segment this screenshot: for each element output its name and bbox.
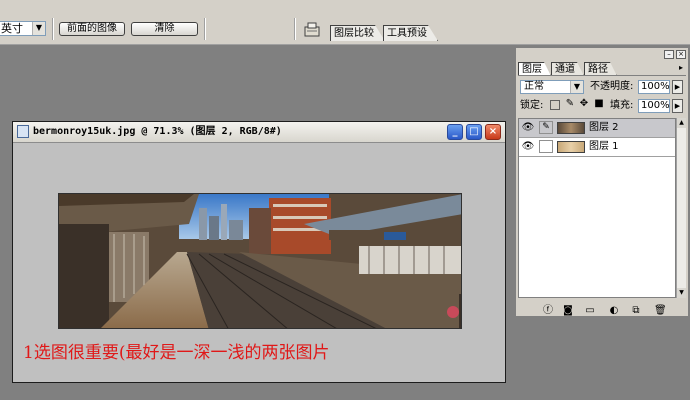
instruction-caption: 1选图很重要(最好是一深一浅的两张图片 <box>23 343 330 363</box>
opacity-label: 不透明度: <box>590 81 634 92</box>
options-bar: 英寸 ▼ 前面的图像 清除 图层比较 工具预设 <box>0 0 690 45</box>
lock-label: 锁定: <box>520 100 544 111</box>
close-button[interactable]: × <box>485 124 501 140</box>
lock-all-icon[interactable]: ■ <box>594 99 604 109</box>
layer-style-icon[interactable]: ⓕ <box>542 305 554 316</box>
minimize-button[interactable]: _ <box>447 124 463 140</box>
minimize-icon[interactable]: – <box>664 50 674 59</box>
opacity-slider-button[interactable]: ▶ <box>672 80 683 94</box>
document-window: bermonroy15uk.jpg @ 71.3% (图层 2, RGB/8#)… <box>12 121 506 383</box>
document-titlebar[interactable]: bermonroy15uk.jpg @ 71.3% (图层 2, RGB/8#)… <box>13 122 505 143</box>
unit-value: 英寸 <box>1 22 23 35</box>
lock-position-icon[interactable]: ✥ <box>579 99 589 109</box>
layer-thumbnail <box>557 141 585 153</box>
brush-icon[interactable]: ✎ <box>539 121 553 134</box>
maximize-button[interactable]: □ <box>466 124 482 140</box>
panel-titlebar[interactable]: – × <box>516 48 688 61</box>
new-layer-icon[interactable]: ⧉ <box>630 305 642 316</box>
layers-panel-body: 正常 ▼ 不透明度: 100% ▶ 锁定: ✎ ✥ ■ 填充: 100% ▶ 👁… <box>518 75 686 316</box>
layer-name[interactable]: 图层 1 <box>589 140 619 154</box>
divider <box>52 18 54 40</box>
train-station-photo <box>59 194 461 328</box>
canvas-image[interactable] <box>58 193 462 329</box>
layer-row[interactable]: 👁 ✎ 图层 2 <box>519 119 675 138</box>
adjustment-layer-icon[interactable]: ◐ <box>608 305 620 316</box>
blend-mode-value: 正常 <box>524 81 544 92</box>
link-box[interactable] <box>539 140 553 153</box>
close-icon[interactable]: × <box>676 50 686 59</box>
eye-icon[interactable]: 👁 <box>521 141 535 153</box>
chevron-down-icon[interactable]: ▼ <box>570 81 583 93</box>
eye-icon[interactable]: 👁 <box>521 122 535 134</box>
clear-button[interactable]: 清除 <box>131 22 198 36</box>
layers-bottom-toolbar: ⓕ ◙ ▭ ◐ ⧉ 🗑 <box>516 303 686 317</box>
photoshop-document-icon <box>17 125 29 138</box>
chevron-down-icon[interactable]: ▼ <box>32 22 45 35</box>
blend-mode-select[interactable]: 正常 ▼ <box>520 80 584 94</box>
new-group-icon[interactable]: ▭ <box>584 305 596 316</box>
tab-tool-presets[interactable]: 工具预设 <box>383 25 438 41</box>
document-title: bermonroy15uk.jpg @ 71.3% (图层 2, RGB/8#) <box>33 126 282 137</box>
front-image-button[interactable]: 前面的图像 <box>59 22 125 36</box>
layer-thumbnail <box>557 122 585 134</box>
trash-icon[interactable]: 🗑 <box>654 305 667 316</box>
fill-slider-button[interactable]: ▶ <box>672 99 683 113</box>
tab-layers[interactable]: 图层 <box>518 62 551 76</box>
opacity-input[interactable]: 100% <box>638 80 670 94</box>
tab-paths[interactable]: 路径 <box>584 62 617 76</box>
divider <box>294 18 296 40</box>
layer-row[interactable]: 👁 图层 1 <box>519 138 675 157</box>
scroll-up-icon[interactable]: ▲ <box>677 118 686 128</box>
tab-layer-comps[interactable]: 图层比较 <box>330 25 385 41</box>
fill-label: 填充: <box>610 100 634 111</box>
lock-image-icon[interactable]: ✎ <box>565 99 575 109</box>
layers-panel: – × 图层 通道 路径 ▸ 正常 ▼ 不透明度: 100% ▶ 锁定: ✎ ✥… <box>515 47 689 317</box>
layer-list: 👁 ✎ 图层 2 👁 图层 1 <box>518 118 676 298</box>
palette-well-icon[interactable] <box>301 18 323 40</box>
divider <box>204 18 206 40</box>
layer-name[interactable]: 图层 2 <box>589 121 619 135</box>
lock-transparent-icon[interactable] <box>550 100 560 110</box>
scroll-down-icon[interactable]: ▼ <box>677 288 686 298</box>
tab-channels[interactable]: 通道 <box>551 62 584 76</box>
layer-mask-icon[interactable]: ◙ <box>562 305 574 316</box>
unit-select[interactable]: 英寸 ▼ <box>0 21 46 36</box>
layers-scrollbar[interactable]: ▲ ▼ <box>676 118 686 298</box>
fill-input[interactable]: 100% <box>638 99 670 113</box>
panel-menu-icon[interactable]: ▸ <box>676 63 686 73</box>
